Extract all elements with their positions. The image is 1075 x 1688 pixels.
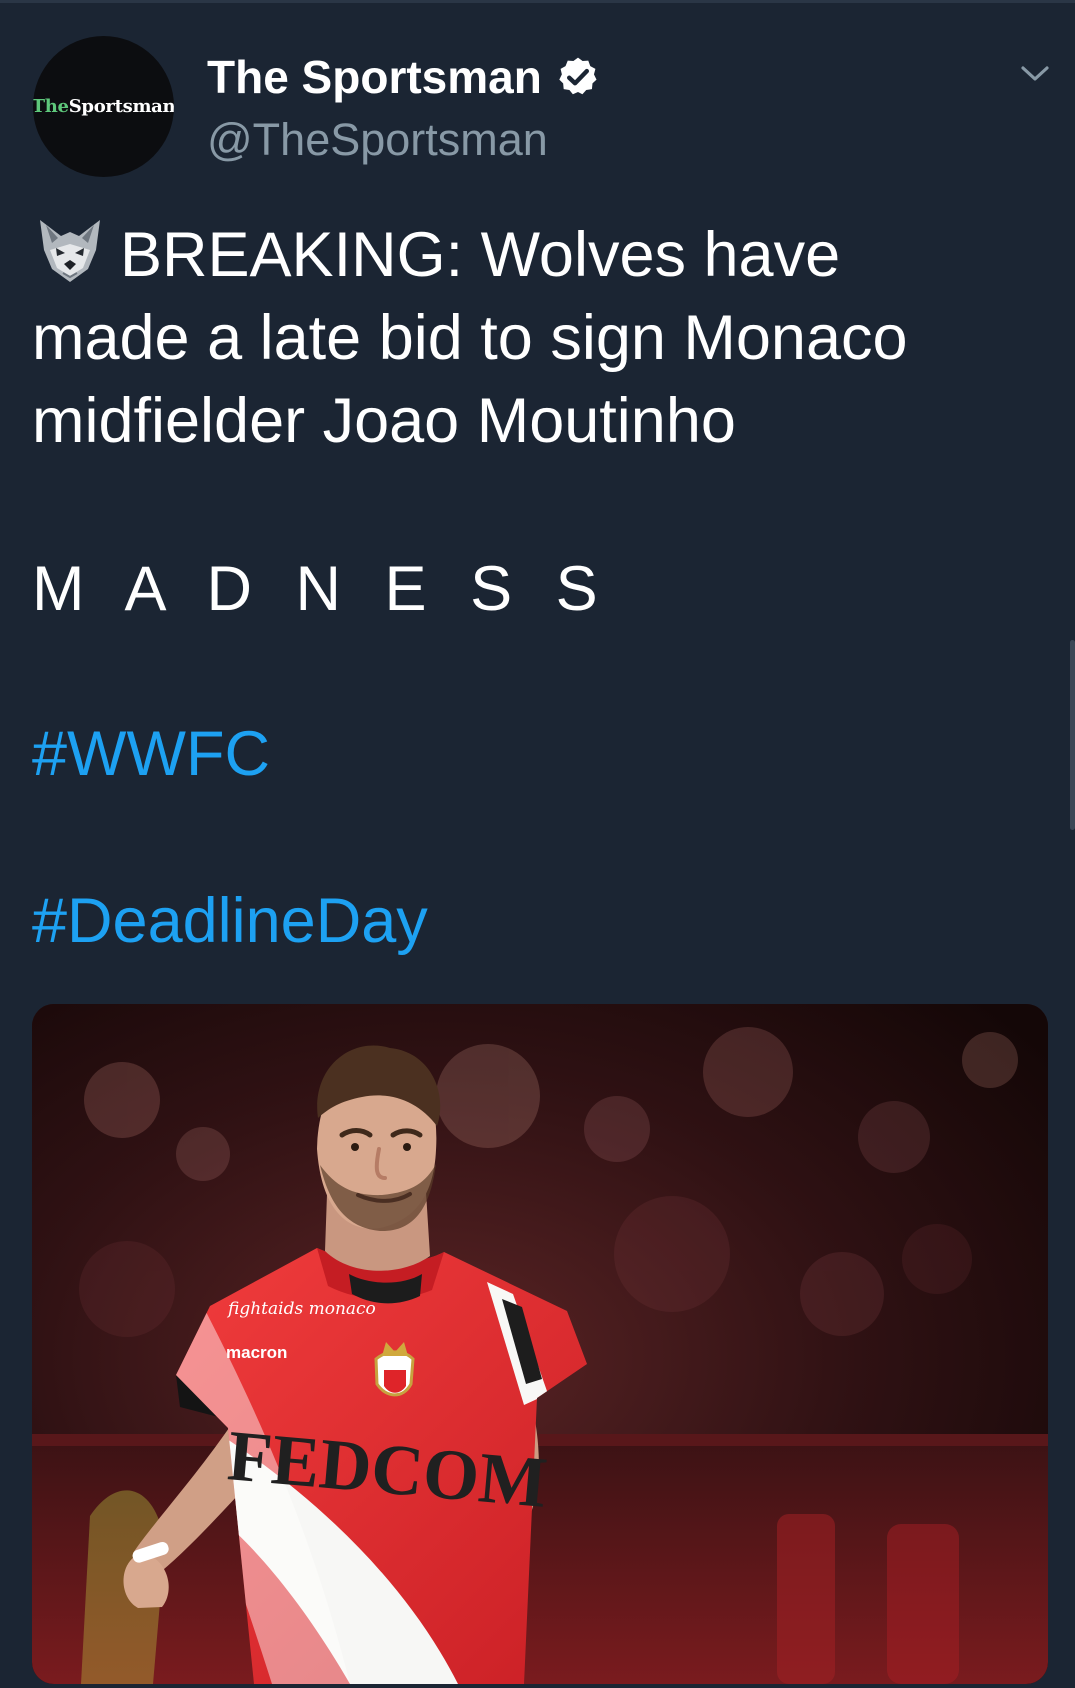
shirt-brand-text: macron	[226, 1343, 287, 1362]
tweet-line-3: midfielder Joao Moutinho	[32, 386, 736, 456]
chevron-down-icon[interactable]	[1015, 60, 1055, 88]
tweet-body: BREAKING: Wolves have made a late bid to…	[32, 212, 1042, 463]
player-photo-illustration: fightaids monaco macron FEDCOM	[32, 1004, 1048, 1684]
top-divider	[0, 0, 1075, 3]
hashtag-link-wwfc[interactable]: #WWFC	[32, 713, 270, 796]
avatar-logo-prefix: The	[33, 96, 69, 117]
tweet-line-2: made a late bid to sign Monaco	[32, 303, 908, 373]
wolf-icon	[40, 220, 100, 282]
shirt-charity-text: fightaids monaco	[226, 1299, 376, 1319]
avatar-logo: TheSportsman	[33, 96, 174, 117]
hashtag-link-deadlineday[interactable]: #DeadlineDay	[32, 880, 428, 963]
author-handle[interactable]: @TheSportsman	[207, 110, 548, 170]
page-scrollbar[interactable]	[1070, 640, 1075, 830]
tweet-line-1-text: BREAKING: Wolves have	[120, 220, 841, 290]
verified-badge-icon	[559, 57, 597, 95]
display-name-row[interactable]: The Sportsman	[207, 45, 600, 109]
avatar[interactable]: TheSportsman	[33, 36, 174, 177]
tweet-line-1: BREAKING: Wolves have	[32, 212, 1042, 297]
avatar-logo-suffix: Sportsman	[68, 96, 174, 117]
tweet-image[interactable]: fightaids monaco macron FEDCOM	[32, 1004, 1048, 1684]
tweet-emphasis-text: M A D N E S S	[32, 554, 611, 624]
tweet-card: TheSportsman The Sportsman @TheSportsman…	[0, 0, 1075, 1688]
display-name[interactable]: The Sportsman	[207, 54, 542, 100]
